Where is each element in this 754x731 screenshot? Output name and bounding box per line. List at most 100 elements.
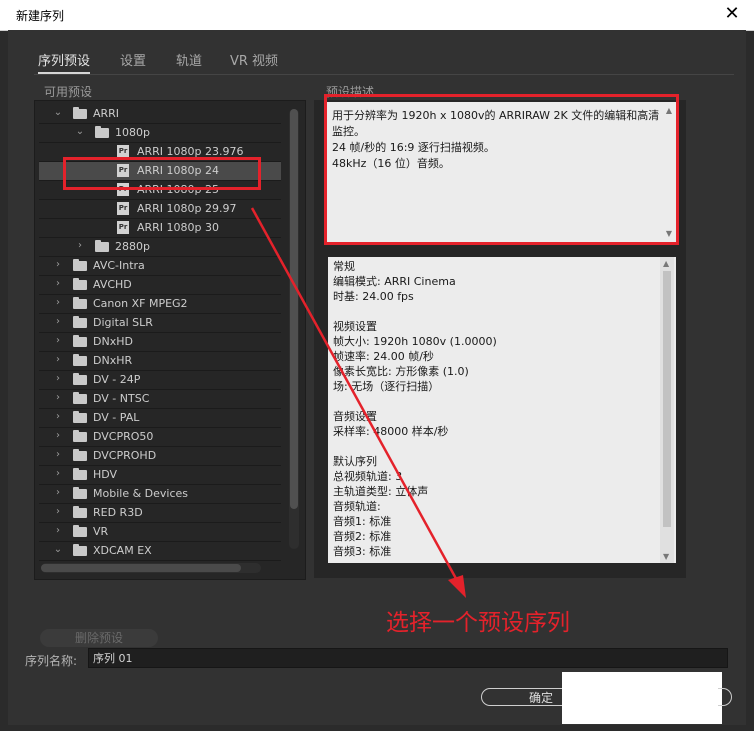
tree-folder-row[interactable]: ⌄ ARRI [39, 105, 281, 124]
tree-preset-row[interactable]: Pr ARRI 1080p 29.97 [39, 200, 281, 219]
sequence-name-input[interactable] [88, 648, 728, 668]
folder-icon [73, 278, 87, 290]
chevron-down-icon[interactable]: ⌄ [75, 126, 85, 137]
folder-icon [73, 525, 87, 537]
scroll-down-icon[interactable]: ▼ [663, 552, 669, 561]
details-line: 视频设置 [333, 320, 377, 333]
folder-icon [73, 335, 87, 347]
chevron-down-icon[interactable]: ⌄ [53, 107, 63, 118]
tree-item-label: RED R3D [93, 506, 143, 519]
tab-sequence-presets[interactable]: 序列预设 [38, 50, 91, 74]
chevron-right-icon[interactable]: › [53, 354, 63, 365]
scroll-thumb[interactable] [663, 271, 671, 527]
folder-icon [73, 430, 87, 442]
available-presets-label: 可用预设 [44, 85, 93, 99]
tree-item-label: AVC-Intra [93, 259, 145, 272]
close-icon[interactable]: ✕ [722, 4, 742, 24]
chevron-right-icon[interactable]: › [53, 487, 63, 498]
folder-icon [73, 487, 87, 499]
tab-tracks[interactable]: 轨道 [176, 50, 202, 72]
details-line: 编辑模式: ARRI Cinema [333, 275, 456, 288]
folder-icon [73, 297, 87, 309]
tree-item-label: 2880p [115, 240, 150, 253]
tree-item-label: ARRI 1080p 29.97 [137, 202, 237, 215]
details-line: 音频1: 标准 [333, 515, 392, 528]
tree-folder-row[interactable]: › VR [39, 523, 281, 542]
folder-icon [73, 259, 87, 271]
tree-item-label: DNxHD [93, 335, 133, 348]
presets-horizontal-scrollbar[interactable] [41, 563, 261, 573]
tree-folder-row[interactable]: › Canon XF MPEG2 [39, 295, 281, 314]
details-line: 时基: 24.00 fps [333, 290, 414, 303]
details-line [333, 304, 497, 319]
chevron-down-icon[interactable]: ⌄ [53, 544, 63, 555]
premiere-preset-icon: Pr [117, 221, 129, 234]
tree-folder-row[interactable]: › DV - NTSC [39, 390, 281, 409]
details-scrollbar[interactable]: ▲ ▼ [660, 257, 674, 563]
chevron-right-icon[interactable]: › [53, 449, 63, 460]
folder-icon [73, 506, 87, 518]
folder-icon [95, 126, 109, 138]
window-title: 新建序列 [16, 9, 65, 23]
details-line: 像素长宽比: 方形像素 (1.0) [333, 365, 469, 378]
chevron-right-icon[interactable]: › [53, 373, 63, 384]
tree-item-label: AVCHD [93, 278, 132, 291]
tree-folder-row[interactable]: › DNxHR [39, 352, 281, 371]
tree-folder-row[interactable]: › DV - 24P [39, 371, 281, 390]
image-patch [562, 672, 722, 724]
tree-item-label: DVCPROHD [93, 449, 157, 462]
chevron-right-icon[interactable]: › [53, 335, 63, 346]
chevron-right-icon[interactable]: › [53, 259, 63, 270]
folder-icon [73, 354, 87, 366]
selected-preset-highlight-box [63, 157, 261, 190]
details-line: 采样率: 48000 样本/秒 [333, 425, 449, 438]
details-line: 帧大小: 1920h 1080v (1.0000) [333, 335, 497, 348]
tree-folder-row[interactable]: › DNxHD [39, 333, 281, 352]
tree-item-label: Canon XF MPEG2 [93, 297, 188, 310]
tree-folder-row[interactable]: › Mobile & Devices [39, 485, 281, 504]
tree-folder-row[interactable]: › HDV [39, 466, 281, 485]
chevron-right-icon[interactable]: › [53, 468, 63, 479]
chevron-right-icon[interactable]: › [53, 506, 63, 517]
tree-folder-row[interactable]: ⌄ XDCAM EX [39, 542, 281, 561]
tree-item-label: DV - PAL [93, 411, 140, 424]
tree-folder-row[interactable]: › AVCHD [39, 276, 281, 295]
tree-item-label: Digital SLR [93, 316, 153, 329]
tree-folder-row[interactable]: › 2880p [39, 238, 281, 257]
chevron-right-icon[interactable]: › [53, 278, 63, 289]
folder-icon [73, 373, 87, 385]
scroll-up-icon[interactable]: ▲ [663, 259, 669, 268]
tab-settings[interactable]: 设置 [120, 50, 146, 72]
tree-folder-row[interactable]: › AVC-Intra [39, 257, 281, 276]
details-line [333, 439, 497, 454]
tree-folder-row[interactable]: › RED R3D [39, 504, 281, 523]
tree-folder-row[interactable]: › DVCPROHD [39, 447, 281, 466]
premiere-preset-icon: Pr [117, 202, 129, 215]
tree-folder-row[interactable]: › DV - PAL [39, 409, 281, 428]
chevron-right-icon[interactable]: › [53, 316, 63, 327]
delete-preset-button[interactable]: 删除预设 [40, 629, 158, 647]
chevron-right-icon[interactable]: › [53, 411, 63, 422]
details-line: 主轨道类型: 立体声 [333, 485, 429, 498]
chevron-right-icon[interactable]: › [53, 297, 63, 308]
chevron-right-icon[interactable]: › [75, 240, 85, 251]
preset-details-text: 常规 编辑模式: ARRI Cinema 时基: 24.00 fps 视频设置 帧… [333, 259, 497, 559]
presets-vertical-scrollbar[interactable] [289, 109, 299, 549]
folder-icon [73, 107, 87, 119]
scroll-thumb[interactable] [290, 109, 298, 509]
scroll-thumb[interactable] [41, 564, 241, 572]
tree-item-label: 1080p [115, 126, 150, 139]
details-line: 默认序列 [333, 455, 377, 468]
tree-folder-row[interactable]: › DVCPRO50 [39, 428, 281, 447]
title-bar: 新建序列 ✕ [0, 0, 754, 31]
details-line: 帧速率: 24.00 帧/秒 [333, 350, 434, 363]
tab-vr-video[interactable]: VR 视频 [230, 50, 278, 72]
tree-item-label: XDCAM EX [93, 544, 152, 557]
tree-preset-row[interactable]: Pr ARRI 1080p 30 [39, 219, 281, 238]
chevron-right-icon[interactable]: › [53, 430, 63, 441]
tree-folder-row[interactable]: ⌄ 1080p [39, 124, 281, 143]
tree-folder-row[interactable]: › Digital SLR [39, 314, 281, 333]
chevron-right-icon[interactable]: › [53, 392, 63, 403]
tree-item-label: ARRI 1080p 30 [137, 221, 220, 234]
chevron-right-icon[interactable]: › [53, 525, 63, 536]
